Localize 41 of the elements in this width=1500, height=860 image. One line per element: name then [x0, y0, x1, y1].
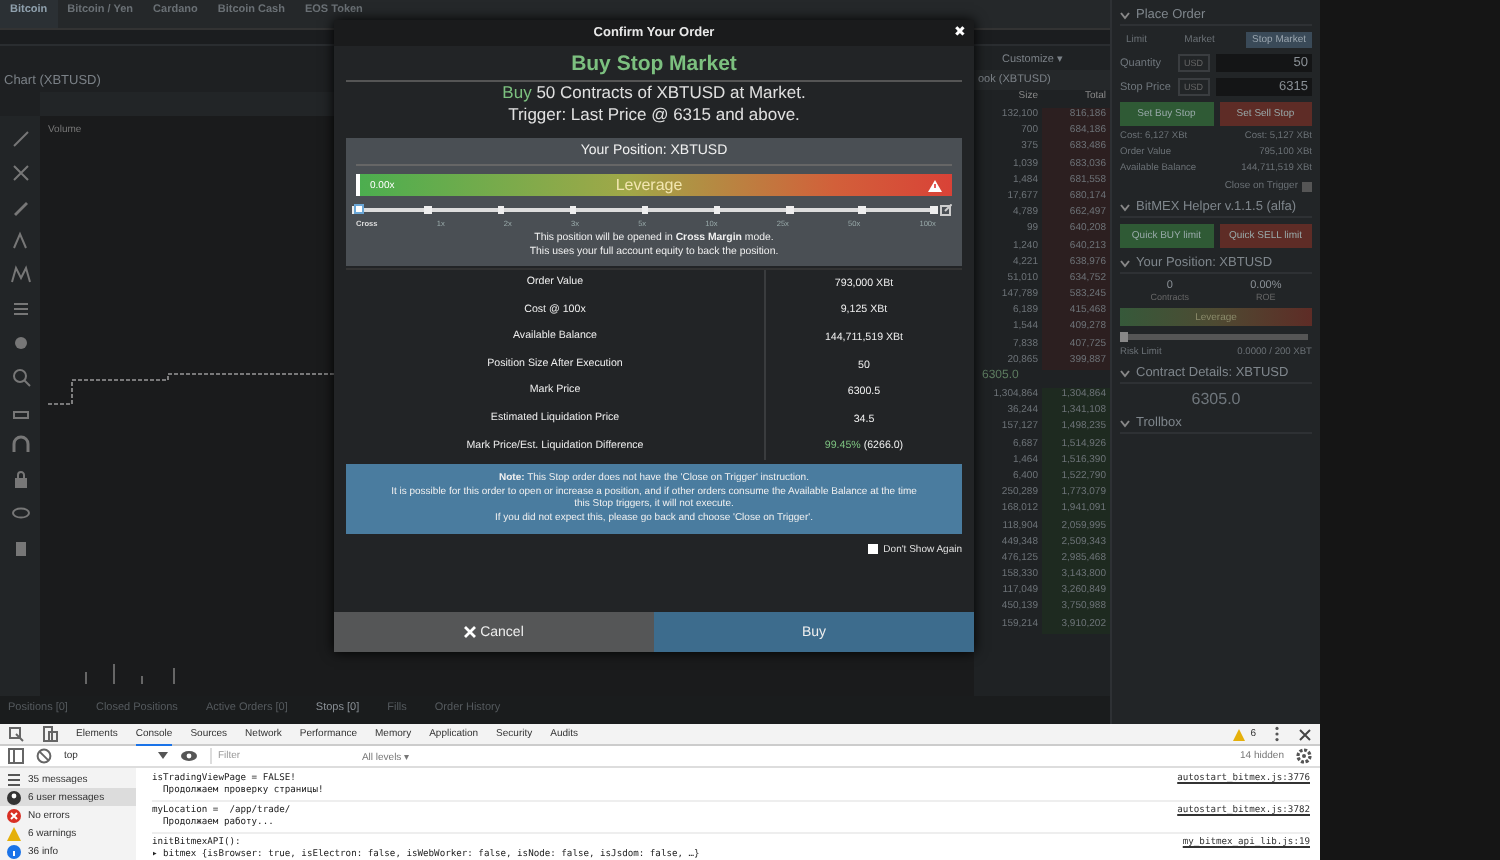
list-icon [6, 771, 22, 787]
device-icon [42, 726, 58, 742]
close-icon [1298, 727, 1312, 741]
checkbox[interactable] [1302, 181, 1312, 191]
menu-icon [1274, 726, 1280, 742]
eye-icon [9, 502, 31, 524]
warning-icon [6, 825, 22, 841]
chevron-icon [1120, 203, 1130, 211]
order-heading: Buy Stop Market [346, 46, 962, 82]
pattern-tool-icon [9, 264, 31, 286]
cross-icon [464, 626, 477, 638]
error-icon [6, 807, 22, 823]
order-summary: Trigger: Last Price @ 6315 and above. [506, 104, 802, 126]
line-tool-icon [9, 128, 31, 150]
leverage-label: Leverage [613, 176, 685, 194]
cross-tool-icon [9, 162, 31, 184]
shape-icon [9, 332, 31, 354]
warning-icon [928, 179, 942, 191]
pencil-icon [9, 196, 31, 218]
magnet-icon [9, 434, 31, 456]
checkbox[interactable] [868, 544, 878, 554]
lines-icon [9, 298, 31, 320]
inspect-icon [8, 726, 24, 742]
volume-bars [84, 664, 176, 684]
chevron-icon [1120, 259, 1130, 267]
sidebar-icon [8, 748, 24, 764]
settings-icon [1296, 748, 1312, 764]
zoom-icon [9, 366, 31, 388]
lock-icon [9, 468, 31, 490]
caret-icon [157, 752, 168, 760]
chevron-icon [1120, 369, 1130, 377]
leverage-slider[interactable] [1124, 334, 1308, 340]
order-summary: Buy 50 Contracts of XBTUSD at Market. [500, 82, 808, 104]
block-icon [36, 748, 52, 764]
eye-icon [179, 750, 198, 762]
chevron-icon [1120, 11, 1130, 19]
chevron-icon [1120, 419, 1130, 427]
user-icon [6, 789, 22, 805]
text-tool-icon [9, 230, 31, 252]
edit-icon [940, 204, 952, 216]
last-price: 6305.0 [1189, 390, 1243, 408]
